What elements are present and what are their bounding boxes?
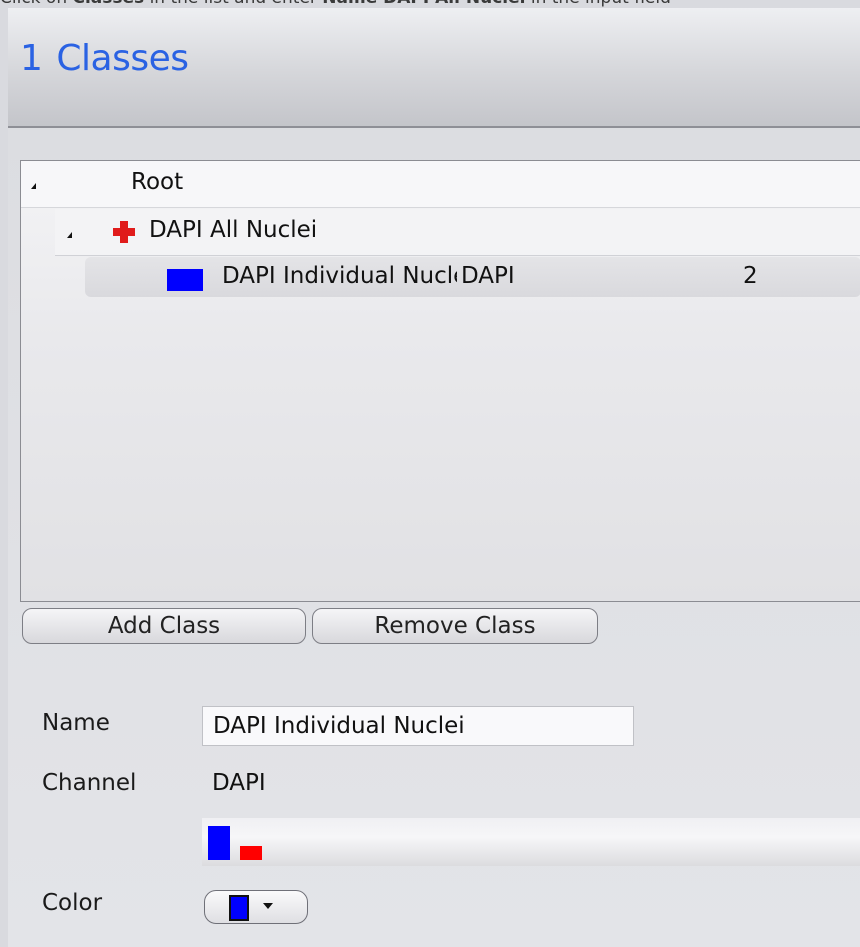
channel-label: Channel bbox=[42, 770, 137, 796]
tree-item-count: 2 bbox=[743, 263, 758, 289]
tree-row-root[interactable]: Root bbox=[21, 161, 860, 208]
add-class-button[interactable]: Add Class bbox=[22, 608, 306, 644]
color-label: Color bbox=[42, 890, 103, 916]
color-picker-dropdown[interactable] bbox=[204, 890, 308, 924]
name-label: Name bbox=[42, 710, 110, 736]
classes-tree[interactable]: Root DAPI All Nuclei DAPI Individual Nuc… bbox=[20, 160, 860, 602]
expander-icon[interactable] bbox=[67, 232, 72, 238]
expander-icon[interactable] bbox=[31, 183, 36, 189]
instruction-part: Click on bbox=[0, 0, 73, 8]
panel-header: 1 Classes bbox=[8, 8, 860, 128]
page-title: 1 Classes bbox=[20, 38, 189, 79]
name-field[interactable] bbox=[202, 706, 634, 746]
tree-item-channel: DAPI bbox=[461, 263, 515, 289]
chevron-down-icon bbox=[263, 903, 273, 909]
color-swatch bbox=[167, 269, 203, 291]
tree-item-label: DAPI All Nuclei bbox=[149, 217, 318, 243]
instruction-bold: Name DAPI All Nuclei bbox=[322, 0, 525, 8]
red-cross-icon bbox=[113, 221, 135, 243]
channel-color-indicator-red bbox=[240, 846, 262, 860]
remove-class-button[interactable]: Remove Class bbox=[312, 608, 598, 644]
tree-item-label: DAPI Individual Nuclei bbox=[222, 263, 457, 289]
instruction-text: Click on Classes in the list and enter N… bbox=[0, 0, 860, 8]
channel-bar bbox=[202, 818, 860, 866]
channel-color-indicator-blue bbox=[208, 826, 230, 860]
instruction-part: in the list and enter bbox=[144, 0, 322, 8]
color-swatch bbox=[229, 895, 249, 921]
tree-item-label: Root bbox=[131, 169, 184, 195]
step-number: 1 bbox=[20, 38, 43, 79]
instruction-bold: Classes bbox=[73, 0, 145, 8]
channel-value: DAPI bbox=[212, 770, 266, 796]
tree-row-dapi-individual-nuclei[interactable]: DAPI Individual Nuclei DAPI 2 bbox=[85, 257, 860, 297]
tree-row-dapi-all-nuclei[interactable]: DAPI All Nuclei bbox=[55, 209, 860, 256]
step-title: Classes bbox=[56, 38, 189, 79]
instruction-part: in the input field bbox=[525, 0, 671, 8]
